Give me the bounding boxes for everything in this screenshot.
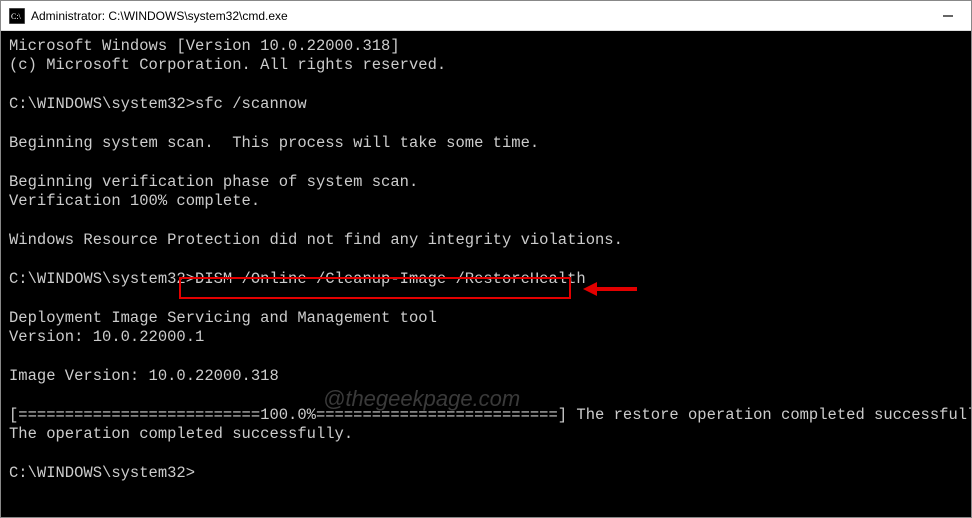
terminal-output[interactable]: Microsoft Windows [Version 10.0.22000.31… — [1, 31, 971, 517]
output-line: Microsoft Windows [Version 10.0.22000.31… — [9, 37, 400, 55]
window-titlebar: C:\ Administrator: C:\WINDOWS\system32\c… — [1, 1, 971, 31]
output-line: Version: 10.0.22000.1 — [9, 328, 204, 346]
output-line: Image Version: 10.0.22000.318 — [9, 367, 279, 385]
prompt-path: C:\WINDOWS\system32> — [9, 270, 195, 288]
command-text: DISM /Online /Cleanup-Image /RestoreHeal… — [195, 270, 586, 288]
cmd-icon: C:\ — [9, 8, 25, 24]
annotation-arrow — [583, 279, 639, 299]
minimize-button[interactable] — [941, 9, 955, 23]
prompt-path: C:\WINDOWS\system32> — [9, 464, 195, 482]
output-line: Beginning verification phase of system s… — [9, 173, 418, 191]
command-text: sfc /scannow — [195, 95, 307, 113]
prompt-path: C:\WINDOWS\system32> — [9, 95, 195, 113]
output-line: [==========================100.0%=======… — [9, 406, 971, 424]
output-line: The operation completed successfully. — [9, 425, 353, 443]
output-line: Windows Resource Protection did not find… — [9, 231, 623, 249]
svg-text:C:\: C:\ — [11, 12, 22, 21]
output-line: Verification 100% complete. — [9, 192, 260, 210]
window-controls — [941, 9, 955, 23]
output-line: Deployment Image Servicing and Managemen… — [9, 309, 437, 327]
output-line: (c) Microsoft Corporation. All rights re… — [9, 56, 446, 74]
output-line: Beginning system scan. This process will… — [9, 134, 539, 152]
window-title: Administrator: C:\WINDOWS\system32\cmd.e… — [31, 9, 941, 23]
